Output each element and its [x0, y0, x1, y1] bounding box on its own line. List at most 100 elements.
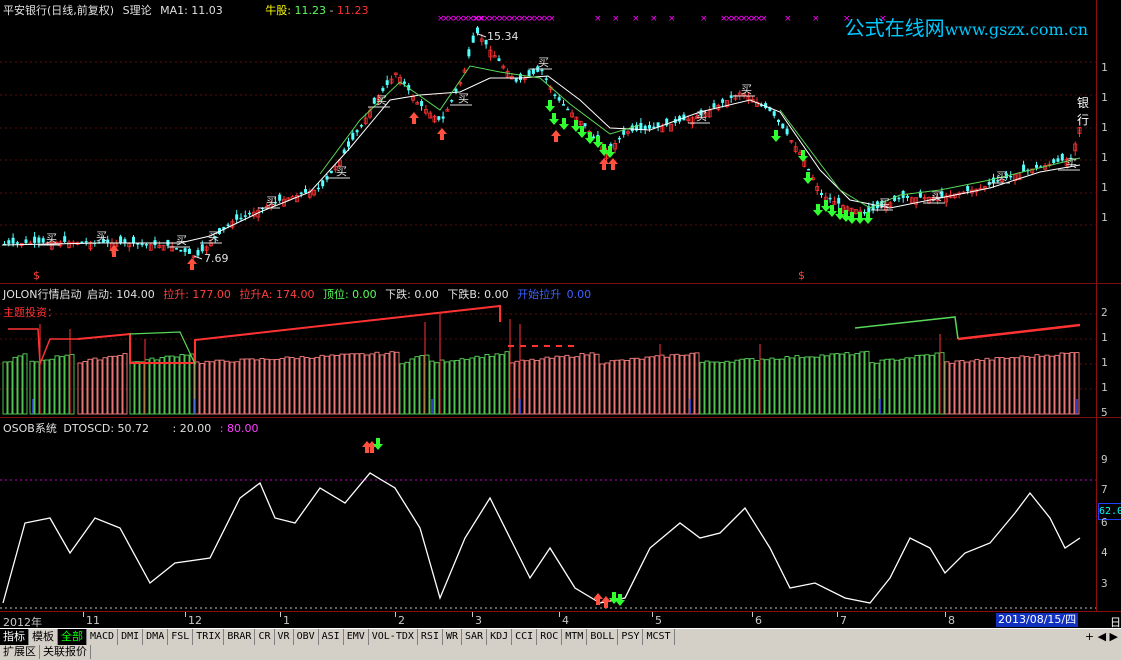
tab-mtm[interactable]: MTM [562, 629, 588, 645]
jolon-scale: 21115 [1096, 283, 1121, 419]
jolon-bar [904, 357, 910, 415]
osob-line-chart[interactable] [0, 418, 1096, 612]
tab-vol-tdx[interactable]: VOL-TDX [369, 629, 418, 645]
jolon-rise-line [77, 304, 501, 364]
jolon-bar [219, 359, 225, 415]
jolon-down: 下跌: 0.00 [385, 288, 439, 301]
jolon-rise: 拉升: 177.00 [163, 288, 231, 301]
time-label: 3 [475, 614, 482, 627]
tab-模板[interactable]: 模板 [29, 629, 58, 645]
jolon-bar [164, 355, 170, 415]
tab-asi[interactable]: ASI [319, 629, 344, 645]
tab-obv[interactable]: OBV [294, 629, 319, 645]
tab-add-button[interactable]: + [1085, 630, 1098, 643]
down-arrow-icon [813, 204, 823, 216]
candle-body-down [316, 187, 320, 190]
jolon-launch: 启动: 104.00 [87, 288, 155, 301]
tab-trix[interactable]: TRIX [193, 629, 225, 645]
up-arrow-icon [601, 596, 611, 608]
current-date: 2013/08/15/四 [996, 613, 1079, 627]
tab-psy[interactable]: PSY [618, 629, 644, 645]
candle-body-up [290, 196, 295, 199]
jolon-bar [107, 355, 113, 415]
candle-body-down [721, 99, 725, 103]
tab-rsi[interactable]: RSI [418, 629, 443, 645]
jolon-bar [809, 356, 815, 415]
tab-dma[interactable]: DMA [143, 629, 169, 645]
tab-roc[interactable]: ROC [537, 629, 563, 645]
candle-body-down [772, 111, 776, 116]
tab-wr[interactable]: WR [443, 629, 463, 645]
tab-fsl[interactable]: FSL [168, 629, 194, 645]
bull-value-1: 11.23 [294, 4, 327, 17]
time-label: 8 [948, 614, 955, 627]
tab-vr[interactable]: VR [275, 629, 294, 645]
tab-cci[interactable]: CCI [512, 629, 538, 645]
jolon-bar [694, 352, 700, 415]
candle-body-down [450, 100, 454, 102]
signal-x-marker: × [548, 14, 556, 24]
jolon-bar [1004, 357, 1010, 415]
jolon-bar [539, 358, 545, 415]
down-arrow-icon [545, 100, 555, 112]
tab-emv[interactable]: EMV [344, 629, 369, 645]
jolon-bar [1019, 355, 1025, 415]
jolon-bar [844, 352, 850, 415]
candle-body-down [1056, 158, 1060, 162]
jolon-bar [864, 350, 870, 415]
jolon-bar [619, 359, 625, 415]
jolon-bar [384, 352, 390, 415]
jolon-bar [209, 361, 215, 415]
jolon-bar [569, 356, 575, 415]
tab-macd[interactable]: MACD [87, 629, 119, 645]
jolon-bar [82, 361, 88, 415]
jolon-bar [344, 353, 350, 415]
jolon-bar [484, 354, 490, 415]
scale-tick: 3 [1101, 577, 1108, 590]
time-axis: 2013/08/15/四 2012年 11 12 1 2 3 4 5 6 7 8 [0, 611, 1096, 629]
jolon-bar [979, 360, 985, 415]
tab-kdj[interactable]: KDJ [487, 629, 513, 645]
jolon-bar [939, 352, 945, 415]
jolon-bar [799, 357, 805, 415]
tab-mcst[interactable]: MCST [643, 629, 675, 645]
tab-scroll-arrows[interactable]: + ◀ ▶ [1085, 629, 1118, 645]
candle-body-down [441, 116, 445, 119]
jolon-bar [509, 362, 515, 415]
jolon-indicator-pane[interactable]: JOLON行情启动 启动: 104.00 拉升: 177.00 拉升A: 174… [0, 283, 1096, 418]
time-label: 4 [562, 614, 569, 627]
jolon-bar [409, 358, 415, 415]
tab-brar[interactable]: BRAR [224, 629, 256, 645]
candle-body-down [278, 194, 282, 201]
buy-signal-label: 买 [96, 230, 107, 243]
candle-body-down [807, 168, 811, 171]
tab-dmi[interactable]: DMI [118, 629, 144, 645]
candle-body-down [630, 125, 634, 132]
jolon-bar [589, 352, 595, 415]
tab-指标[interactable]: 指标 [0, 629, 29, 645]
jolon-bar-chart[interactable] [0, 284, 1096, 418]
candle-body-down [562, 104, 565, 106]
jolon-bar [594, 353, 600, 415]
linked-quote-button[interactable]: 关联报价 [40, 645, 91, 659]
jolon-bar [609, 360, 615, 415]
candle-body-down [235, 214, 239, 220]
jolon-bar [814, 356, 820, 415]
buy-signal-label: 买 [996, 170, 1007, 183]
candle-body-down [381, 87, 385, 92]
signal-x-marker: × [594, 14, 602, 24]
tab-sar[interactable]: SAR [462, 629, 488, 645]
candlestick-chart[interactable]: ××××××××××××××××××××××××× × × × × × × ×××××××××… [0, 0, 1096, 283]
jolon-bar [169, 355, 175, 415]
candle-body-down [566, 108, 570, 111]
main-chart-pane[interactable]: × × × × × × × × × × × × × × × × × × × × × × × × × × × × × × × × × × × × × × × ×… [0, 0, 1096, 283]
scale-tick: 1 [1101, 61, 1108, 74]
time-label: 5 [655, 614, 662, 627]
extension-area-button[interactable]: 扩展区 [0, 645, 40, 659]
osob-indicator-pane[interactable]: OSOB系统 DTOSCD: 50.72 : 20.00 : 80.00 [0, 417, 1096, 612]
tab-全部[interactable]: 全部 [58, 629, 87, 645]
candle-body-down [497, 58, 501, 61]
tab-scroll-buttons[interactable]: ◀ ▶ [1098, 630, 1118, 643]
tab-boll[interactable]: BOLL [587, 629, 619, 645]
tab-cr[interactable]: CR [255, 629, 275, 645]
